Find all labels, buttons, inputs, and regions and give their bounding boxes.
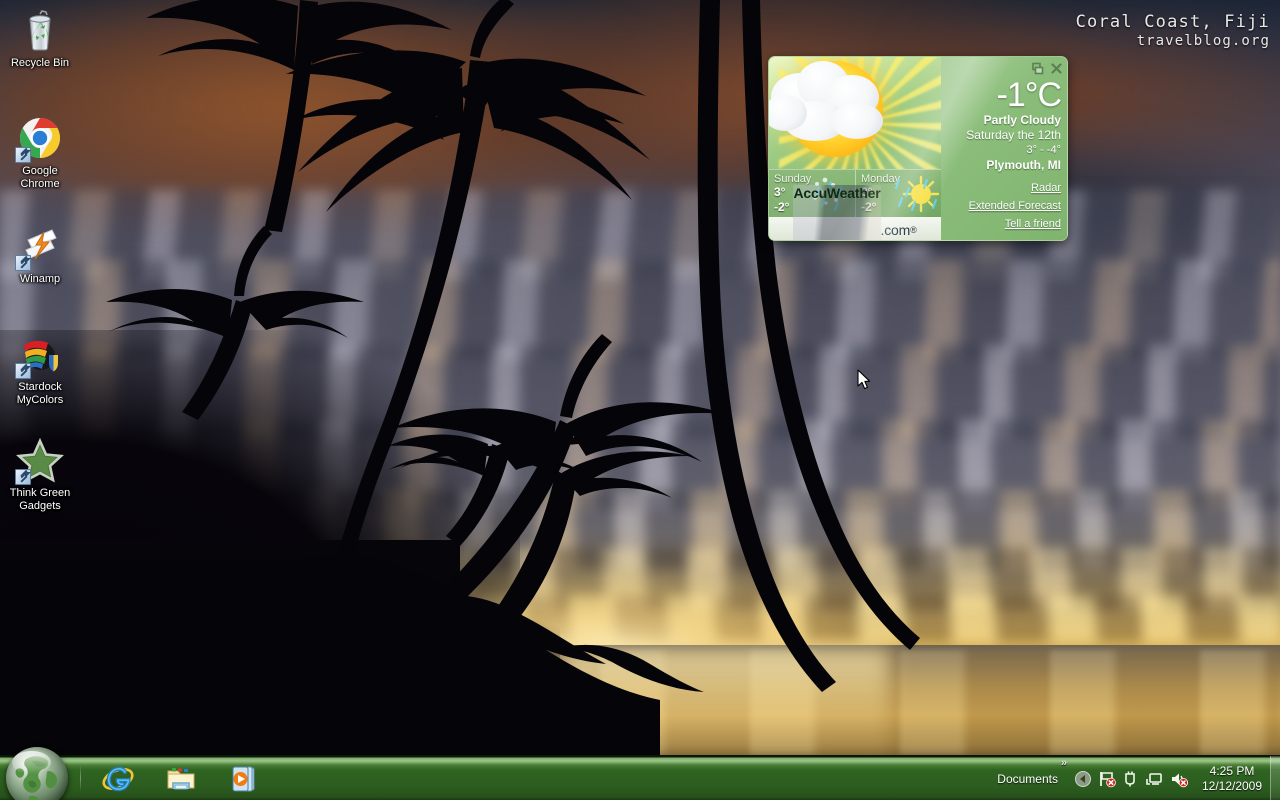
caption-source: travelblog.org [1076,33,1270,51]
location-name: Plymouth, MI [941,157,1061,173]
think-green-star-icon [16,436,64,484]
toolbar-documents[interactable]: Documents [997,772,1058,786]
winamp-icon [16,222,64,270]
quick-launch-internet-explorer[interactable] [102,763,134,795]
current-date: Saturday the 12th [941,128,1061,143]
taskbar-divider [80,764,81,792]
radar-link[interactable]: Radar [941,179,1061,197]
windows-media-player-icon [228,763,260,795]
taskbar-clock[interactable]: 4:25 PM 12/12/2009 [1190,764,1274,794]
palm-tree-silhouettes [0,0,1280,760]
toolbar-overflow-chevron[interactable]: » [1061,757,1066,769]
google-chrome-icon [16,114,64,162]
desktop-icon-think-green-gadgets[interactable]: Think Green Gadgets [2,436,78,513]
show-hidden-icons-icon[interactable] [1074,770,1092,788]
windows-explorer-icon [165,763,197,795]
volume-muted-icon[interactable] [1170,770,1188,788]
show-desktop-button[interactable] [1270,756,1280,800]
stardock-mycolors-icon [16,330,64,378]
tell-a-friend-link[interactable]: Tell a friend [941,215,1061,233]
shortcut-overlay-icon [15,469,31,485]
quick-launch-windows-explorer[interactable] [165,763,197,795]
brand-tld: .com [881,222,911,238]
desktop-icon-winamp[interactable]: Winamp [2,222,78,286]
shortcut-overlay-icon [15,147,31,163]
orb-gloss [12,751,50,775]
cloud-icon [831,103,883,139]
brand-name: AccuWeather [793,185,880,242]
desktop-icon-label: Think Green [2,487,78,500]
desktop-screen: Coral Coast, Fiji travelblog.org [0,0,1280,800]
close-icon[interactable] [1048,60,1065,77]
current-condition-image [769,57,941,169]
clock-time: 4:25 PM [1190,764,1274,779]
extended-forecast-link[interactable]: Extended Forecast [941,197,1061,215]
desktop-icon-label: Recycle Bin [2,57,78,70]
gadget-left-panel: Sunday 3° -2° [769,57,941,241]
desktop-icon-label: Winamp [2,273,78,286]
recycle-bin-icon [16,6,64,54]
desktop-icon-label: Stardock [2,381,78,394]
internet-explorer-icon [102,763,134,795]
network-icon[interactable] [1146,770,1164,788]
desktop-icon-label: Google [2,165,78,178]
quick-launch-windows-media-player[interactable] [228,763,260,795]
temperature-range: 3° - -4° [941,143,1061,157]
caption-location: Coral Coast, Fiji [1076,12,1270,33]
wallpaper-caption: Coral Coast, Fiji travelblog.org [1076,12,1270,51]
accuweather-gadget[interactable]: Sunday 3° -2° [768,56,1068,241]
desktop-icon-recycle-bin[interactable]: Recycle Bin [2,6,78,70]
desktop-icon-google-chrome[interactable]: Google Chrome [2,114,78,191]
taskbar[interactable]: » Documents [0,755,1280,800]
sun-rain-icon [893,172,941,216]
shortcut-overlay-icon [15,363,31,379]
shortcut-overlay-icon [15,255,31,271]
gadget-right-panel: -1°C Partly Cloudy Saturday the 12th 3° … [941,57,1068,241]
desktop-icon-label: MyColors [2,394,78,407]
clock-date: 12/12/2009 [1190,779,1274,794]
gadget-links: Radar Extended Forecast Tell a friend [941,179,1061,233]
action-center-flag-icon[interactable] [1098,770,1116,788]
desktop-icon-label: Chrome [2,178,78,191]
power-plug-icon[interactable] [1122,770,1140,788]
desktop-icon-label: Gadgets [2,500,78,513]
desktop-wallpaper[interactable] [0,0,1280,800]
desktop-icon-stardock-mycolors[interactable]: Stardock MyColors [2,330,78,407]
current-condition-text: Partly Cloudy [941,113,1061,128]
larger-size-icon[interactable] [1029,60,1046,77]
accuweather-brand[interactable]: AccuWeather.com® [769,217,941,241]
start-orb[interactable] [6,747,68,800]
system-tray [1074,766,1188,792]
brand-trademark: ® [910,225,916,235]
current-temperature: -1°C [941,77,1061,113]
